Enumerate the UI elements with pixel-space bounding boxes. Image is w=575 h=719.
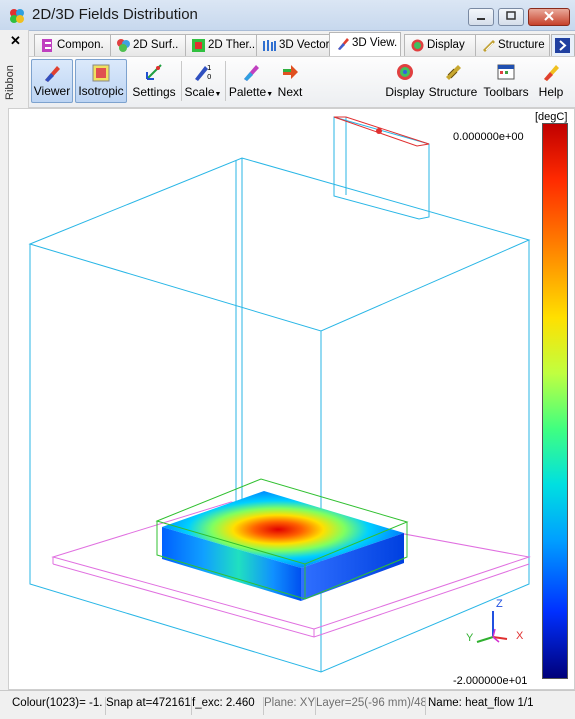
- structure-label: Structure: [428, 85, 478, 99]
- view3d-icon: [338, 38, 349, 50]
- surface-icon: [117, 39, 130, 52]
- palette-icon: [244, 65, 259, 81]
- minimize-button[interactable]: [468, 8, 494, 26]
- temperature-colorbar: [542, 123, 568, 679]
- display-icon: [397, 64, 413, 80]
- ribbon-toolbar: Viewer Isotropic Settings 10 Scale▼ Pale…: [29, 56, 575, 108]
- display-button[interactable]: Display: [383, 59, 427, 103]
- structure-icon: [446, 65, 461, 80]
- tab-structure[interactable]: Structure: [475, 34, 550, 56]
- isotropic-icon: [92, 64, 110, 82]
- scale-text: Scale: [184, 85, 215, 99]
- isotropic-button[interactable]: Isotropic: [75, 59, 127, 103]
- tab-label: 3D Vector: [279, 39, 330, 51]
- scale-icon: 10: [195, 64, 211, 81]
- display-icon: [411, 39, 424, 52]
- close-icon: [544, 11, 554, 21]
- viewer-icon: [45, 66, 60, 82]
- tab-2d-surface[interactable]: 2D Surf..: [110, 34, 187, 56]
- status-fexc: f_exc: 2.460: [192, 697, 264, 715]
- scale-label: Scale▼: [184, 85, 222, 99]
- next-button[interactable]: Next: [275, 59, 305, 103]
- title-bar: 2D/3D Fields Distribution: [0, 0, 575, 31]
- inlet-marker: [376, 128, 382, 134]
- app-icon: [10, 9, 24, 23]
- scale-button[interactable]: 10 Scale▼: [184, 59, 222, 103]
- status-name: Name: heat_flow 1/1: [428, 697, 534, 709]
- palette-button[interactable]: Palette▼: [227, 59, 275, 103]
- svg-text:1: 1: [207, 64, 211, 72]
- settings-label: Settings: [132, 85, 176, 99]
- tab-label: 3D View.: [352, 37, 398, 49]
- toolbar-separator: [225, 61, 226, 101]
- tab-strip: Compon. 2D Surf.. 2D Ther.. 3D Vector 3D…: [30, 32, 575, 56]
- tab-label: 2D Surf..: [133, 39, 179, 51]
- vector-icon: [263, 40, 276, 51]
- tab-label: Structure: [498, 39, 545, 51]
- help-label: Help: [538, 85, 564, 99]
- tab-label: Display: [427, 39, 465, 51]
- status-layer: Layer=25(-96 mm)/48: [316, 697, 426, 715]
- maximize-icon: [506, 11, 516, 20]
- 3d-viewport[interactable]: Z X Y [degC] 0.000000e+00 -2.000000e+01: [8, 108, 575, 690]
- next-label: Next: [277, 85, 303, 99]
- tab-scroll-right[interactable]: [551, 34, 575, 56]
- colorbar-min-label: -2.000000e+01: [453, 675, 528, 687]
- status-colour: Colour(1023)= -1.: [12, 697, 106, 715]
- tab-display[interactable]: Display: [404, 34, 476, 56]
- close-button[interactable]: [528, 8, 570, 26]
- viewer-label: Viewer: [33, 84, 71, 98]
- settings-icon: [146, 64, 162, 80]
- isotropic-label: Isotropic: [78, 84, 124, 98]
- component-icon: [42, 39, 52, 52]
- window-title: 2D/3D Fields Distribution: [32, 6, 198, 23]
- chevron-right-icon: [555, 38, 570, 53]
- settings-button[interactable]: Settings: [129, 59, 179, 103]
- status-bar: Colour(1023)= -1. Snap at=472161 f_exc: …: [0, 690, 575, 719]
- ribbon-side-panel: ✕ Ribbon: [0, 30, 29, 108]
- axis-z-label: Z: [496, 598, 503, 610]
- colorbar-max-label: 0.000000e+00: [453, 131, 524, 143]
- palette-label: Palette▼: [227, 85, 275, 99]
- dropdown-arrow-icon: ▼: [214, 91, 222, 98]
- display-label: Display: [385, 85, 425, 99]
- help-button[interactable]: Help: [533, 59, 569, 103]
- axes-triad: [476, 611, 508, 643]
- 3d-scene[interactable]: [9, 109, 539, 689]
- structure-button[interactable]: Structure: [427, 59, 479, 103]
- minimize-icon: [477, 18, 485, 20]
- ribbon-close-icon[interactable]: ✕: [10, 33, 21, 49]
- toolbar-separator: [181, 61, 182, 101]
- tab-2d-thermal[interactable]: 2D Ther..: [185, 34, 257, 56]
- toolbars-button[interactable]: Toolbars: [481, 59, 531, 103]
- toolbars-icon: [497, 64, 515, 80]
- tab-component[interactable]: Compon.: [34, 34, 112, 56]
- status-plane: Plane: XY: [264, 697, 316, 715]
- axis-y-label: Y: [466, 632, 474, 644]
- maximize-button[interactable]: [498, 8, 524, 26]
- ribbon-label: Ribbon: [4, 65, 16, 100]
- thermal-icon: [192, 39, 205, 52]
- dropdown-arrow-icon: ▼: [266, 91, 274, 98]
- help-icon: [544, 65, 559, 81]
- tab-label: 2D Ther..: [208, 39, 256, 51]
- next-arrow-icon: [283, 65, 298, 79]
- svg-text:0: 0: [207, 73, 211, 81]
- tab-3d-vector[interactable]: 3D Vector: [256, 34, 331, 56]
- axis-x-label: X: [516, 630, 524, 642]
- viewer-button[interactable]: Viewer: [31, 59, 73, 103]
- palette-text: Palette: [228, 85, 267, 99]
- colorbar-unit: [degC]: [535, 111, 568, 123]
- toolbars-label: Toolbars: [483, 85, 529, 99]
- structure-icon: [483, 40, 495, 52]
- status-snap: Snap at=472161: [106, 697, 192, 715]
- tab-3d-view[interactable]: 3D View.: [329, 32, 401, 56]
- tab-label: Compon.: [57, 39, 104, 51]
